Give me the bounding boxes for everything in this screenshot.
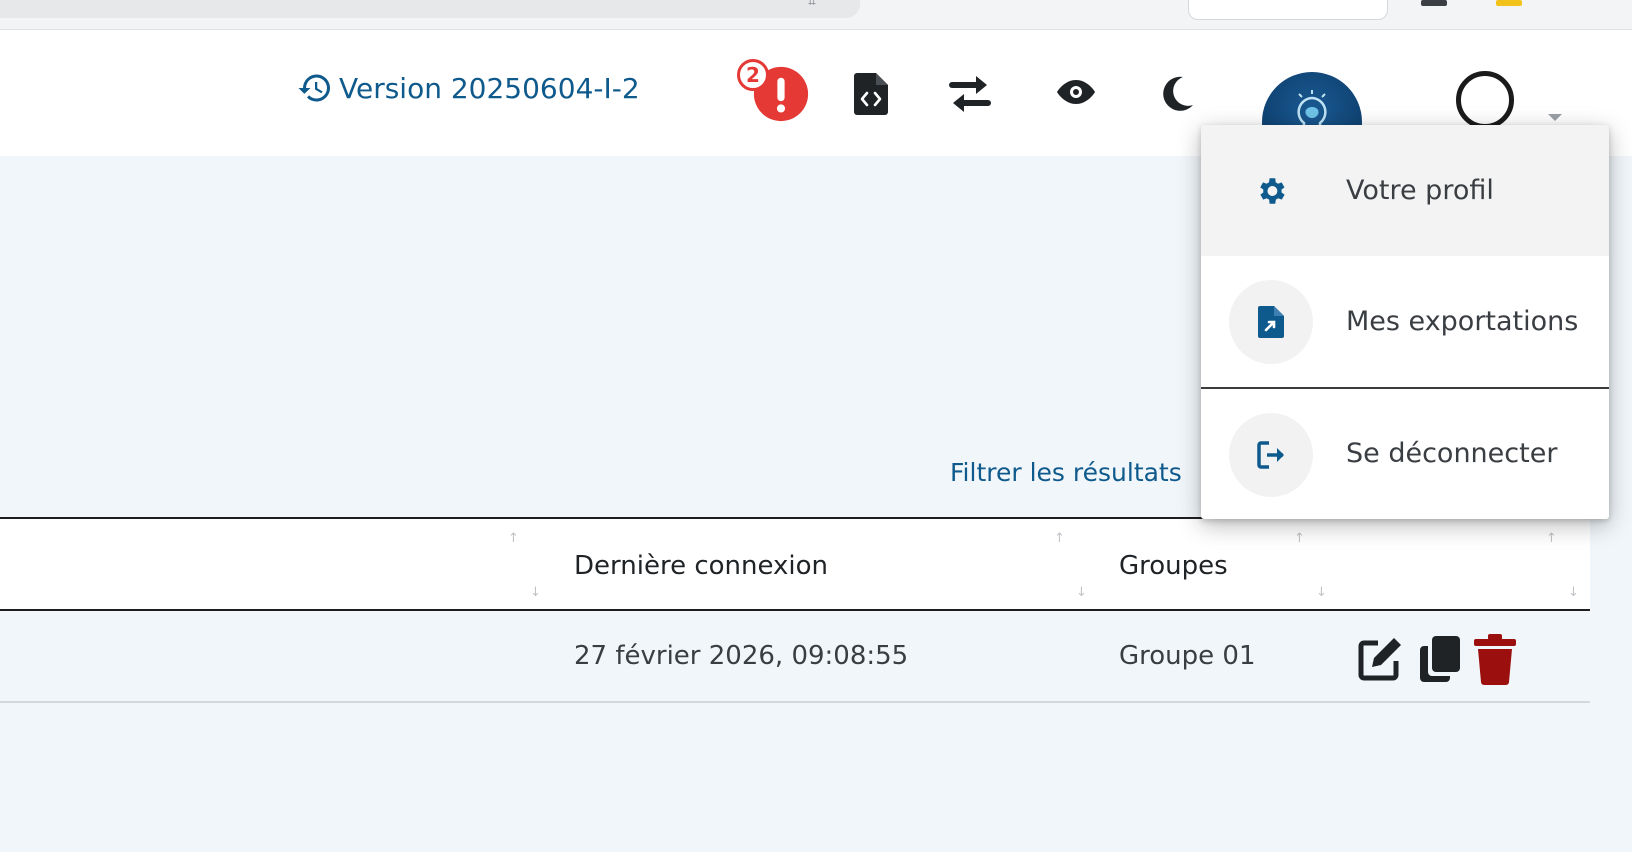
menu-item-label: Votre profil (1346, 175, 1494, 206)
delete-button[interactable] (1469, 631, 1521, 687)
trash-icon (1474, 634, 1516, 685)
sort-desc-icon[interactable]: ↓ (1076, 585, 1087, 600)
menu-item-exports[interactable]: Mes exportations (1201, 256, 1609, 387)
column-header-last-login[interactable]: Dernière connexion (574, 551, 828, 581)
sort-desc-icon[interactable]: ↓ (1316, 585, 1327, 600)
user-dropdown-menu: Votre profil Mes exportations Se déconne… (1201, 125, 1609, 519)
source-code-button[interactable] (843, 66, 899, 122)
eye-icon (1057, 80, 1095, 104)
menu-item-label: Mes exportations (1346, 306, 1579, 337)
user-icon-head[interactable] (1456, 71, 1514, 129)
alert-count-badge: 2 (737, 59, 769, 91)
menu-item-profile[interactable]: Votre profil (1201, 125, 1609, 256)
sort-asc-icon[interactable]: ↑ (1054, 531, 1065, 546)
menu-item-logout[interactable]: Se déconnecter (1201, 387, 1609, 518)
sort-desc-icon[interactable]: ↓ (530, 585, 541, 600)
sort-asc-icon[interactable]: ↑ (1294, 531, 1305, 546)
edit-button[interactable] (1354, 631, 1406, 687)
moon-icon (1163, 76, 1193, 111)
swap-arrows-icon (949, 76, 991, 112)
copy-icon (1420, 636, 1460, 682)
address-bar[interactable] (0, 0, 860, 18)
history-icon (298, 74, 330, 102)
chevron-down-icon[interactable] (1548, 114, 1562, 121)
table-header: ↑ ↓ Dernière connexion ↑ ↓ Groupes ↑ ↓ ↑… (0, 517, 1590, 611)
version-link[interactable]: Version 20250604-I-2 (297, 70, 640, 106)
browser-profile-button[interactable] (1188, 0, 1388, 20)
switch-button[interactable] (942, 66, 998, 122)
sort-asc-icon[interactable]: ↑ (508, 531, 519, 546)
gear-icon (1229, 149, 1313, 233)
sort-asc-icon[interactable]: ↑ (1546, 531, 1557, 546)
edit-icon (1358, 638, 1401, 681)
browser-menu-icon[interactable] (1421, 0, 1447, 6)
address-bar-extension-icon[interactable]: ⌗ (808, 0, 816, 10)
filter-results-link[interactable]: Filtrer les résultats (950, 458, 1182, 487)
file-code-icon (854, 73, 888, 115)
table-row: 27 février 2026, 09:08:55 Groupe 01 (0, 611, 1590, 703)
menu-item-label: Se déconnecter (1346, 438, 1558, 469)
column-header-groups[interactable]: Groupes (1119, 551, 1228, 581)
duplicate-button[interactable] (1414, 631, 1466, 687)
browser-extension-icon[interactable] (1496, 0, 1522, 6)
preview-button[interactable] (1048, 64, 1104, 120)
sort-desc-icon[interactable]: ↓ (1568, 585, 1579, 600)
browser-chrome: ⌗ (0, 0, 1632, 30)
cell-group: Groupe 01 (1119, 641, 1256, 671)
dark-mode-toggle[interactable] (1150, 66, 1206, 122)
file-export-icon (1229, 280, 1313, 364)
cell-last-login: 27 février 2026, 09:08:55 (574, 641, 909, 671)
version-label: Version 20250604-I-2 (339, 71, 640, 105)
users-table: ↑ ↓ Dernière connexion ↑ ↓ Groupes ↑ ↓ ↑… (0, 517, 1590, 703)
logout-icon (1229, 413, 1313, 497)
